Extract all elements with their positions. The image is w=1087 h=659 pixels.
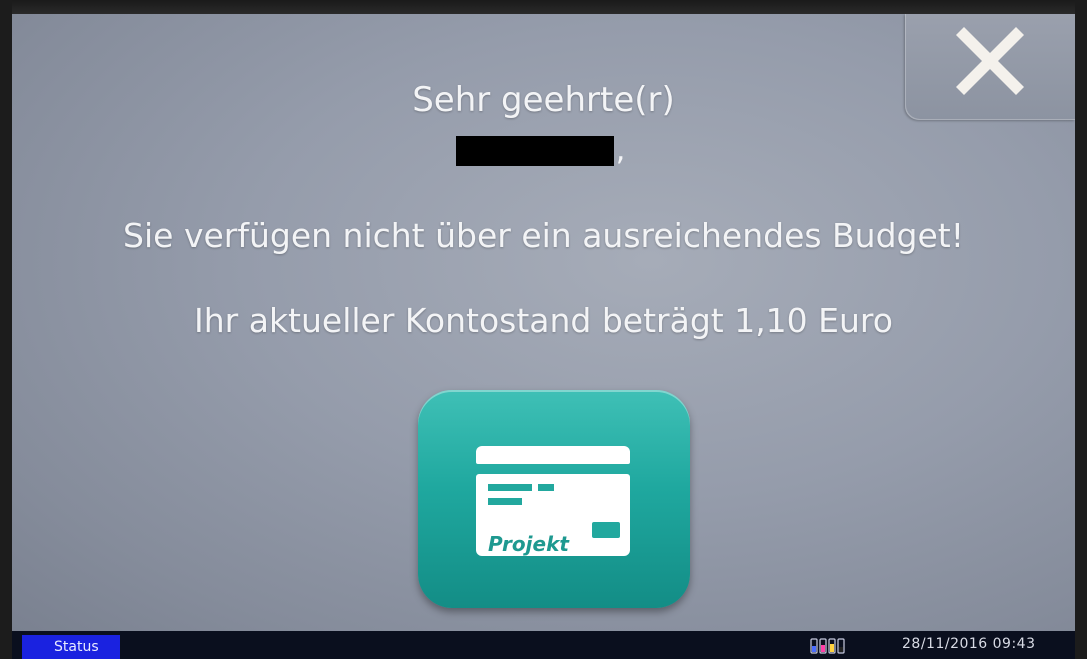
touch-screen: Sehr geehrte(r) , Sie verfügen nicht übe… [12,14,1075,631]
date-time: 28/11/2016 09:43 [902,636,1036,652]
name-comma: , [615,133,626,168]
card-line [488,484,532,491]
project-label: Projekt [488,532,569,556]
bezel-right [1075,0,1087,659]
toner-icon [810,638,845,654]
bezel-top [0,0,1087,14]
greeting-text: Sehr geehrte(r) [412,80,675,120]
bezel-left [0,0,12,659]
card-line [488,498,522,505]
user-name-line: , [12,136,1075,170]
budget-warning-text: Sie verfügen nicht über ein ausreichende… [123,216,964,255]
project-card-icon: Projekt [476,446,630,556]
device-frame: Sehr geehrte(r) , Sie verfügen nicht übe… [0,0,1087,659]
status-bar: Status 28/11/2016 09:43 [12,631,1075,659]
account-balance-text: Ihr aktueller Kontostand beträgt 1,10 Eu… [194,301,893,340]
card-line [538,484,554,491]
project-button[interactable]: Projekt [418,390,690,608]
status-button[interactable]: Status [22,635,120,659]
card-body: Projekt [476,474,630,556]
redacted-user-name [455,136,614,166]
card-chip [592,522,620,538]
card-stripe [476,446,630,464]
